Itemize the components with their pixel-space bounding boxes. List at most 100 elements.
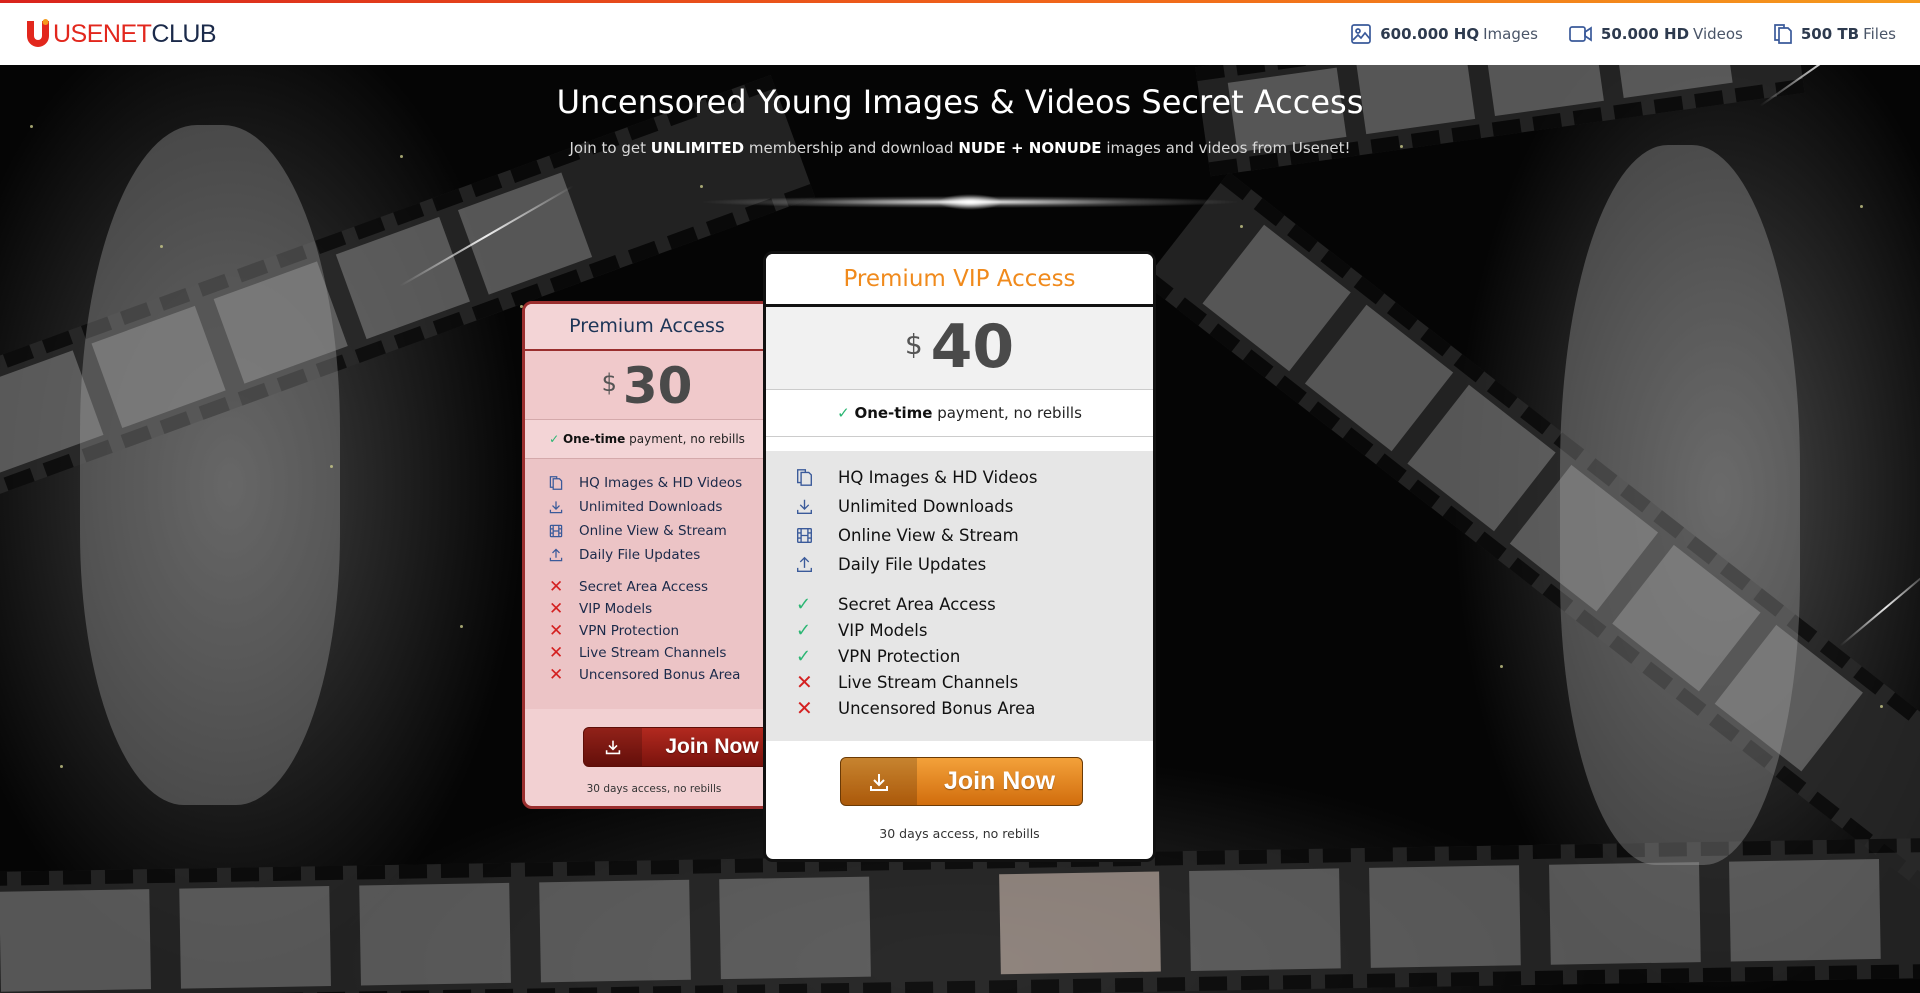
top-navbar: USENETCLUB 600.000 HQ Images 50.000 HD V… xyxy=(0,0,1920,65)
payment-rest: payment, no rebills xyxy=(629,432,745,446)
join-now-button-vip[interactable]: Join Now xyxy=(840,757,1083,806)
hero-title: Uncensored Young Images & Videos Secret … xyxy=(556,83,1364,121)
stat-images: 600.000 HQ Images xyxy=(1350,23,1538,45)
cross-icon: ✕ xyxy=(549,599,564,619)
feature-label: HQ Images & HD Videos xyxy=(838,468,1038,487)
extra-item: ✓ VIP Models xyxy=(796,617,1153,643)
hero-sub-middle: membership and download xyxy=(748,139,954,157)
files-icon xyxy=(796,468,838,487)
stat-files-label: Files xyxy=(1863,25,1896,43)
stat-images-label: Images xyxy=(1483,25,1538,43)
logo-u-icon xyxy=(24,18,52,50)
payment-bold: One-time xyxy=(562,432,626,446)
plan-name: Premium VIP Access xyxy=(766,254,1153,307)
feature-item: Unlimited Downloads xyxy=(796,492,1153,521)
feature-item: HQ Images & HD Videos xyxy=(796,463,1153,492)
download-icon xyxy=(584,728,642,766)
cross-icon: ✕ xyxy=(549,643,564,663)
hero-subtitle: Join to get UNLIMITED membership and dow… xyxy=(0,139,1920,157)
stat-videos-value: 50.000 HD xyxy=(1600,25,1690,43)
extra-label: VPN Protection xyxy=(838,646,961,666)
extra-item: ✓ VPN Protection xyxy=(796,643,1153,669)
plan-price: $40 xyxy=(766,307,1153,389)
extra-label: Live Stream Channels xyxy=(579,645,727,661)
header-stats: 600.000 HQ Images 50.000 HD Videos 500 T… xyxy=(1350,23,1896,45)
join-now-button-premium[interactable]: Join Now xyxy=(583,727,769,767)
film-icon xyxy=(796,527,838,544)
currency-symbol: $ xyxy=(601,369,617,397)
stat-files: 500 TB Files xyxy=(1773,23,1896,45)
price-amount: 30 xyxy=(622,357,693,415)
feature-list: HQ Images & HD Videos Unlimited Download… xyxy=(766,451,1153,741)
extra-item: ✕ VPN Protection xyxy=(549,620,769,642)
logo[interactable]: USENETCLUB xyxy=(24,17,217,51)
feature-item: Unlimited Downloads xyxy=(549,495,769,519)
check-icon: ✓ xyxy=(796,593,812,615)
payment-rest: payment, no rebills xyxy=(937,404,1082,422)
stat-files-value: 500 TB xyxy=(1800,25,1860,43)
feature-item: HQ Images & HD Videos xyxy=(549,471,769,495)
figure-left xyxy=(80,125,340,805)
feature-label: Daily File Updates xyxy=(579,547,701,563)
cross-icon: ✕ xyxy=(796,696,813,720)
feature-item: Daily File Updates xyxy=(549,543,769,567)
hero-sub-suffix: images and videos from Usenet! xyxy=(1106,139,1351,157)
access-note: 30 days access, no rebills xyxy=(586,783,722,795)
extra-label: Secret Area Access xyxy=(838,594,996,614)
join-now-label: Join Now xyxy=(665,735,759,758)
upload-icon xyxy=(796,556,838,573)
extra-label: Uncensored Bonus Area xyxy=(838,698,1036,718)
feature-list: HQ Images & HD Videos Unlimited Download… xyxy=(525,459,769,709)
cross-icon: ✕ xyxy=(796,670,813,694)
hero-sub-nude-nonude: NUDE + NONUDE xyxy=(958,139,1102,157)
logo-text-club: CLUB xyxy=(151,19,217,48)
extra-item: ✕ Uncensored Bonus Area xyxy=(796,695,1153,721)
extra-item: ✕ Secret Area Access xyxy=(549,576,769,598)
film-icon xyxy=(549,524,579,538)
figure-right xyxy=(1560,145,1800,865)
download-icon xyxy=(841,758,917,805)
extra-label: Live Stream Channels xyxy=(838,672,1019,692)
feature-label: Online View & Stream xyxy=(579,523,727,539)
cross-icon: ✕ xyxy=(549,665,564,685)
feature-label: Daily File Updates xyxy=(838,555,987,574)
download-icon xyxy=(549,500,579,514)
extra-label: Secret Area Access xyxy=(579,579,709,595)
plan-name: Premium Access xyxy=(525,304,769,351)
logo-text: USENETCLUB xyxy=(53,19,217,48)
download-icon xyxy=(796,498,838,515)
extra-item: ✕ VIP Models xyxy=(549,598,769,620)
hero-sub-prefix: Join to get xyxy=(569,139,647,157)
extra-item: ✕ Live Stream Channels xyxy=(549,642,769,664)
check-icon: ✓ xyxy=(549,432,560,446)
extra-item: ✕ Uncensored Bonus Area xyxy=(549,664,769,686)
feature-item: Online View & Stream xyxy=(549,519,769,543)
plan-price: $30 xyxy=(525,351,769,419)
hero-sub-unlimited: UNLIMITED xyxy=(650,139,745,157)
extra-item: ✕ Live Stream Channels xyxy=(796,669,1153,695)
stat-videos: 50.000 HD Videos xyxy=(1568,24,1743,44)
check-icon: ✓ xyxy=(837,404,850,422)
payment-terms: ✓ One-time payment, no rebills xyxy=(525,419,769,459)
feature-label: Unlimited Downloads xyxy=(838,497,1014,516)
stat-images-value: 600.000 HQ xyxy=(1380,25,1480,43)
check-icon: ✓ xyxy=(796,619,812,641)
files-icon xyxy=(549,475,579,491)
check-icon: ✓ xyxy=(796,645,812,667)
feature-label: Unlimited Downloads xyxy=(579,499,723,515)
stat-videos-label: Videos xyxy=(1693,25,1743,43)
extra-label: VIP Models xyxy=(838,620,928,640)
payment-bold: One-time xyxy=(854,404,933,422)
feature-item: Online View & Stream xyxy=(796,521,1153,550)
cross-icon: ✕ xyxy=(549,621,564,641)
video-camera-icon xyxy=(1569,26,1592,42)
files-icon xyxy=(1774,24,1792,44)
plan-card-premium: Premium Access $30 ✓ One-time payment, n… xyxy=(522,301,772,809)
extra-label: Uncensored Bonus Area xyxy=(579,667,741,683)
cross-icon: ✕ xyxy=(549,577,564,597)
extra-label: VPN Protection xyxy=(579,623,680,639)
extra-item: ✓ Secret Area Access xyxy=(796,591,1153,617)
extra-label: VIP Models xyxy=(579,601,653,617)
access-note: 30 days access, no rebills xyxy=(879,826,1040,841)
image-icon xyxy=(1351,24,1372,44)
